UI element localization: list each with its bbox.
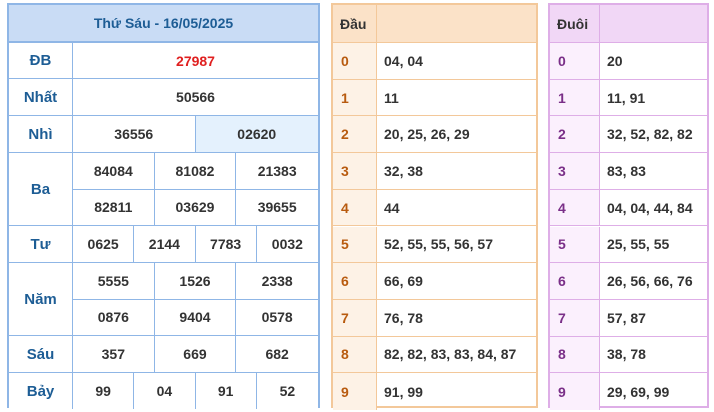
- prize-number: 82811: [73, 189, 155, 226]
- duoi-key: 9: [550, 373, 600, 410]
- dau-values: 52, 55, 55, 56, 57: [377, 227, 536, 264]
- dau-table: Đầu 0 04, 04 1 11 2 20, 25, 26, 29 3 32, 38 4 44 5…: [331, 3, 538, 410]
- dau-key: 7: [333, 299, 377, 337]
- duoi-key: 7: [550, 299, 600, 337]
- prize-number: 0578: [236, 299, 318, 336]
- prize-number: 04: [134, 373, 196, 409]
- results-title: Thứ Sáu - 16/05/2025: [9, 5, 318, 43]
- prize-number: 21383: [236, 153, 318, 190]
- duoi-values: 38, 78: [600, 337, 707, 374]
- prize-label: Tư: [9, 226, 73, 263]
- dau-key: 1: [333, 79, 377, 117]
- prize-label: Ba: [9, 153, 73, 226]
- prize-number: 36556: [73, 116, 196, 153]
- dau-values: 04, 04: [377, 43, 536, 80]
- dau-values: 11: [377, 80, 536, 117]
- prize-number: 2338: [236, 263, 318, 300]
- duoi-key: 4: [550, 189, 600, 227]
- dau-values: 32, 38: [377, 153, 536, 190]
- prize-number: 0876: [73, 299, 155, 336]
- duoi-values: 29, 69, 99: [607, 383, 670, 400]
- duoi-header: Đuôi: [550, 5, 600, 43]
- prize-number: 39655: [236, 189, 318, 226]
- prize-number: 27987: [73, 43, 318, 79]
- dau-key: 6: [333, 263, 377, 300]
- duoi-header-fill: [600, 5, 707, 43]
- duoi-table: Đuôi 0 20 1 11, 91 2 32, 52, 82, 82 3 83, 83 4 04…: [548, 3, 709, 410]
- prize-number: 91: [195, 373, 257, 409]
- duoi-values: 20: [600, 43, 707, 80]
- dau-header-fill: [377, 5, 536, 43]
- duoi-values: 32, 52, 82, 82: [600, 116, 707, 154]
- prize-number: 84084: [73, 153, 155, 190]
- duoi-key: 3: [550, 153, 600, 190]
- duoi-values: 25, 55, 55: [600, 227, 707, 264]
- duoi-values: 57, 87: [600, 300, 707, 337]
- dau-key: 5: [333, 226, 377, 264]
- prize-number: 0625: [73, 226, 135, 263]
- dau-values: 20, 25, 26, 29: [377, 116, 536, 154]
- prize-number: 357: [73, 336, 155, 373]
- lottery-results-table: Thứ Sáu - 16/05/2025 ĐB 27987 Nhất 50566 Nhì…: [7, 3, 320, 409]
- prize-number: 1526: [154, 263, 237, 300]
- duoi-key: 8: [550, 336, 600, 374]
- prize-number: 50566: [73, 79, 318, 116]
- dau-header: Đầu: [333, 5, 377, 43]
- dau-values: 76, 78: [377, 300, 536, 337]
- duoi-key: 6: [550, 263, 600, 300]
- prize-number: 669: [154, 336, 237, 373]
- dau-values: 82, 82, 83, 83, 84, 87: [377, 337, 536, 374]
- prize-label: Nhất: [9, 79, 73, 116]
- prize-number: 03629: [154, 189, 237, 226]
- prize-label: Bảy: [9, 373, 73, 409]
- dau-values: 66, 69: [377, 263, 536, 300]
- prize-label: Sáu: [9, 336, 73, 373]
- dau-values: 91, 99: [384, 383, 423, 400]
- prize-number: 52: [256, 373, 318, 409]
- duoi-values: 83, 83: [600, 153, 707, 190]
- dau-key: 4: [333, 189, 377, 227]
- dau-key: 9: [333, 373, 377, 410]
- prize-number: 682: [236, 336, 318, 373]
- prize-number: 81082: [154, 153, 237, 190]
- duoi-key: 0: [550, 43, 600, 80]
- duoi-values: 11, 91: [600, 80, 707, 117]
- prize-number: 7783: [195, 226, 257, 263]
- prize-number: 99: [73, 373, 135, 409]
- prize-number: 0032: [256, 226, 318, 263]
- prize-label: Năm: [9, 263, 73, 336]
- prize-number: 02620: [195, 116, 318, 153]
- dau-key: 2: [333, 116, 377, 154]
- duoi-values: 26, 56, 66, 76: [600, 263, 707, 300]
- prize-number: 9404: [154, 299, 237, 336]
- dau-key: 8: [333, 336, 377, 374]
- dau-key: 0: [333, 43, 377, 80]
- duoi-key: 5: [550, 226, 600, 264]
- duoi-key: 2: [550, 116, 600, 154]
- prize-number: 2144: [134, 226, 196, 263]
- dau-values: 44: [377, 190, 536, 227]
- prize-number: 5555: [73, 263, 155, 300]
- duoi-values: 04, 04, 44, 84: [600, 190, 707, 227]
- dau-key: 3: [333, 153, 377, 190]
- prize-label: ĐB: [9, 43, 73, 79]
- prize-label: Nhì: [9, 116, 73, 153]
- duoi-key: 1: [550, 79, 600, 117]
